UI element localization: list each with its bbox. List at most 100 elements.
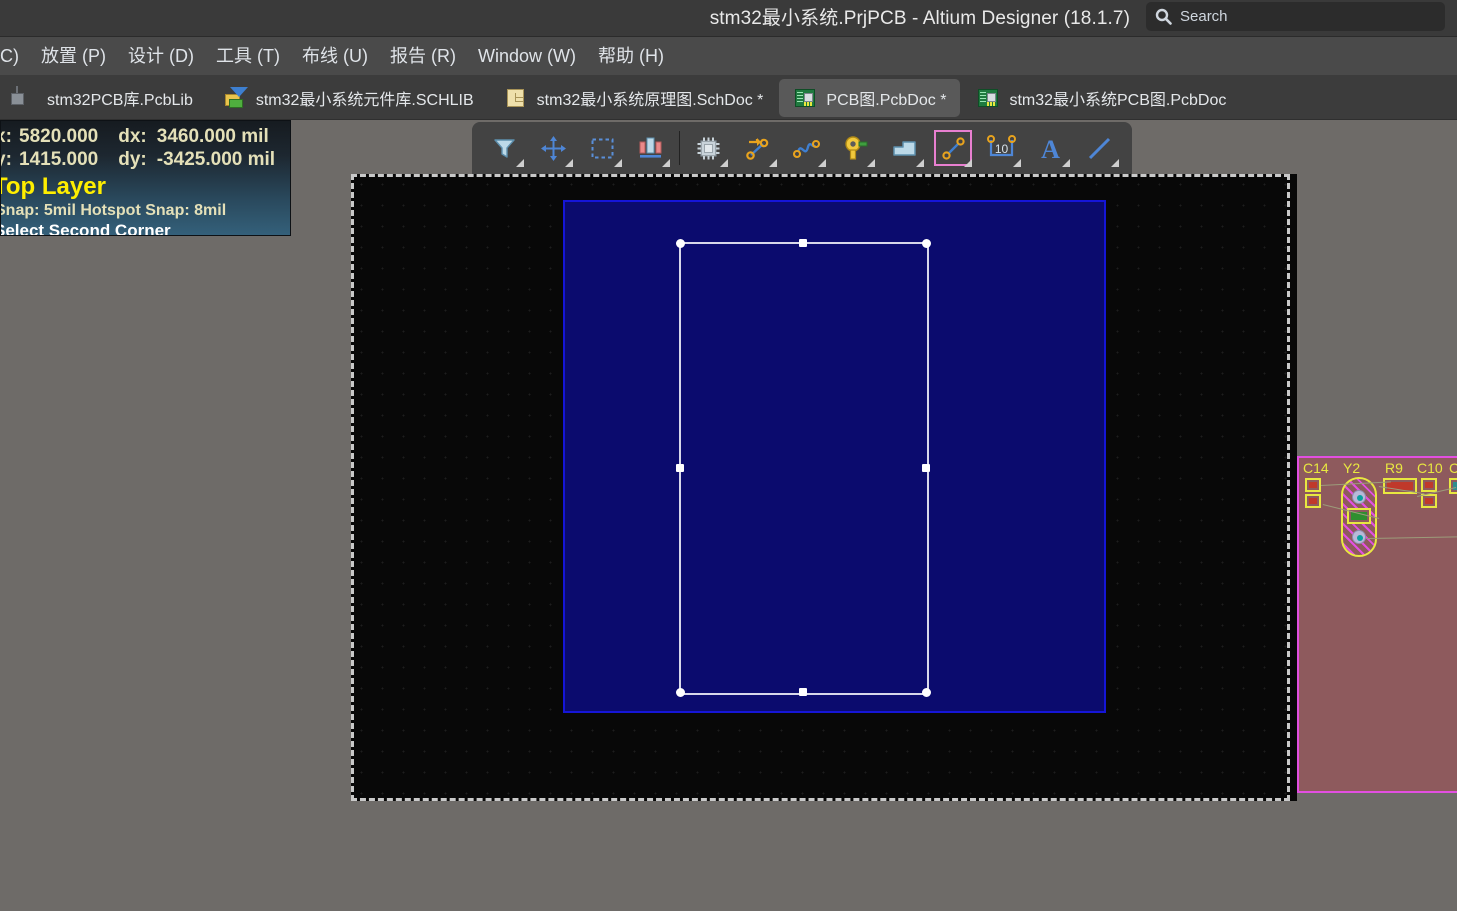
differential-pair-icon	[793, 135, 820, 162]
search-box[interactable]: Search	[1146, 2, 1445, 31]
chevron-icon[interactable]	[565, 159, 573, 167]
align-icon	[637, 135, 664, 162]
svg-text:A: A	[1041, 135, 1060, 162]
pcb-canvas[interactable]	[351, 174, 1290, 801]
place-line-button[interactable]	[929, 125, 978, 171]
via-y2-2[interactable]	[1352, 530, 1366, 544]
via-y2-1[interactable]	[1352, 490, 1366, 504]
resize-handle-bottom-right[interactable]	[922, 688, 931, 697]
chevron-icon[interactable]	[964, 159, 972, 167]
resize-handle-top-center[interactable]	[799, 239, 807, 247]
coord-dx-label: dx:	[118, 126, 147, 148]
resize-handle-bottom-center[interactable]	[799, 688, 807, 696]
coord-y-label: y:	[0, 149, 9, 171]
selection-rectangle[interactable]	[679, 242, 929, 695]
pad-c10-1[interactable]	[1421, 478, 1437, 492]
place-polygon-button[interactable]	[880, 125, 929, 171]
menu-item-place[interactable]: 放置 (P)	[30, 37, 117, 76]
schlib-icon	[223, 87, 247, 109]
filter-icon	[491, 135, 518, 162]
place-string-icon: A	[1037, 135, 1064, 162]
pcb-active-bar-toolbar: 10 A	[472, 122, 1132, 174]
schdoc-icon	[504, 87, 528, 109]
place-component-button[interactable]	[684, 125, 733, 171]
chevron-icon[interactable]	[1111, 159, 1119, 167]
pcb-component-region[interactable]: C14 Y2 R9 C10 C11	[1297, 456, 1457, 793]
toolbar-separator	[679, 131, 680, 165]
resize-handle-top-left[interactable]	[676, 239, 685, 248]
place-polygon-icon	[891, 135, 918, 162]
chevron-icon[interactable]	[1013, 159, 1021, 167]
document-tab-bar: stm32PCB库.PcbLib stm32最小系统元件库.SCHLIB stm…	[0, 76, 1457, 120]
component-icon	[695, 135, 722, 162]
interactive-routing-button[interactable]	[733, 125, 782, 171]
menu-item-window[interactable]: Window (W)	[467, 37, 587, 76]
tab-label: stm32最小系统原理图.SchDoc *	[537, 86, 764, 110]
chevron-icon[interactable]	[662, 159, 670, 167]
tab-pcb-pcbdoc[interactable]: PCB图.PcbDoc *	[779, 79, 960, 117]
move-button[interactable]	[529, 125, 578, 171]
search-input[interactable]: Search	[1180, 2, 1228, 31]
resize-handle-top-right[interactable]	[922, 239, 931, 248]
chevron-icon[interactable]	[516, 159, 524, 167]
pcblib-icon	[14, 87, 38, 109]
select-area-button[interactable]	[578, 125, 627, 171]
pad-c10-2[interactable]	[1421, 494, 1437, 508]
place-pad-button[interactable]	[831, 125, 880, 171]
chevron-icon[interactable]	[867, 159, 875, 167]
place-line-icon	[940, 135, 967, 162]
align-button[interactable]	[627, 125, 676, 171]
route-track-icon	[744, 135, 771, 162]
place-pad-icon	[842, 135, 869, 162]
pad-c14-1[interactable]	[1305, 478, 1321, 492]
place-string-button[interactable]: A	[1026, 125, 1075, 171]
coord-dx-value: 3460.000 mil	[157, 126, 269, 148]
place-track-icon	[1086, 135, 1113, 162]
command-prompt-label: Select Second Corner	[0, 221, 290, 236]
filter-button[interactable]	[480, 125, 529, 171]
chevron-icon[interactable]	[769, 159, 777, 167]
coord-dy-label: dy:	[118, 149, 147, 171]
place-track-button[interactable]	[1075, 125, 1124, 171]
title-bar: stm32最小系统.PrjPCB - Altium Designer (18.1…	[0, 0, 1457, 37]
tab-stm32pcb-lib[interactable]: stm32PCB库.PcbLib	[0, 79, 207, 117]
tab-label: stm32最小系统PCB图.PcbDoc	[1009, 86, 1226, 110]
menu-item-route[interactable]: 布线 (U)	[291, 37, 379, 76]
menu-item-tools[interactable]: 工具 (T)	[205, 37, 291, 76]
ratline	[1367, 536, 1457, 539]
differential-pair-button[interactable]	[782, 125, 831, 171]
coord-y-value: 1415.000	[19, 149, 98, 171]
designator-c14: C14	[1303, 460, 1329, 476]
designator-c10: C10	[1417, 460, 1443, 476]
snap-settings-label: Snap: 5mil Hotspot Snap: 8mil	[0, 202, 290, 220]
chevron-icon[interactable]	[818, 159, 826, 167]
move-icon	[540, 135, 567, 162]
place-dimension-button[interactable]: 10	[977, 125, 1026, 171]
svg-text:10: 10	[995, 142, 1009, 156]
pad-c14-2[interactable]	[1305, 494, 1321, 508]
designator-r9: R9	[1385, 460, 1403, 476]
coord-x-value: 5820.000	[19, 126, 98, 148]
tab-label: PCB图.PcbDoc *	[826, 86, 946, 110]
menu-item-0[interactable]: C)	[0, 37, 30, 76]
chevron-icon[interactable]	[916, 159, 924, 167]
menu-item-reports[interactable]: 报告 (R)	[379, 37, 467, 76]
tab-stm32-pcbdoc[interactable]: stm32最小系统PCB图.PcbDoc	[962, 79, 1240, 117]
tab-stm32-schlib[interactable]: stm32最小系统元件库.SCHLIB	[209, 79, 488, 117]
designator-y2: Y2	[1343, 460, 1360, 476]
menu-item-help[interactable]: 帮助 (H)	[587, 37, 675, 76]
canvas-right-gutter	[1290, 174, 1297, 801]
chevron-icon[interactable]	[614, 159, 622, 167]
resize-handle-middle-left[interactable]	[676, 464, 684, 472]
chevron-icon[interactable]	[1062, 159, 1070, 167]
chevron-icon[interactable]	[720, 159, 728, 167]
select-area-icon	[589, 135, 616, 162]
tab-stm32-schdoc[interactable]: stm32最小系统原理图.SchDoc *	[490, 79, 778, 117]
pcbdoc-icon	[793, 87, 817, 109]
menu-item-design[interactable]: 设计 (D)	[117, 37, 205, 76]
tab-label: stm32PCB库.PcbLib	[47, 86, 193, 110]
resize-handle-middle-right[interactable]	[922, 464, 930, 472]
resize-handle-bottom-left[interactable]	[676, 688, 685, 697]
heads-up-display: x: 5820.000 dx: 3460.000 mil y: 1415.000…	[0, 120, 291, 236]
designator-c11: C11	[1449, 460, 1457, 476]
